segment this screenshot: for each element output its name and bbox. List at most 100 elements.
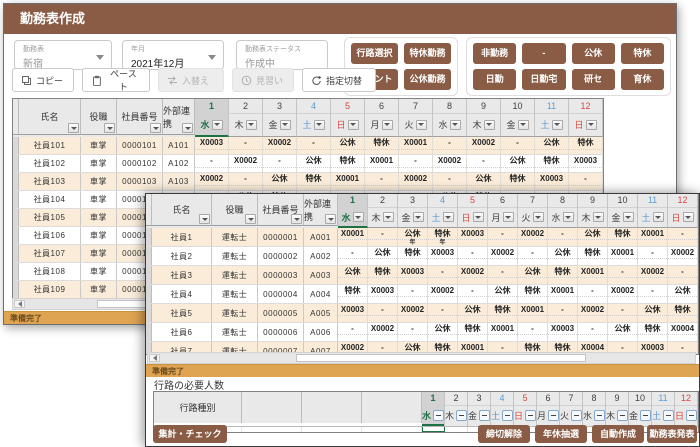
action-button[interactable]: 公休勤務 [404,69,451,90]
filter-dropdown-button[interactable] [413,212,424,222]
shift-cell[interactable]: - [518,247,548,265]
auto-create-button[interactable]: 自動作成 [592,425,644,443]
shift-cell[interactable]: - [458,247,488,265]
shift-cell[interactable]: 特休 [548,266,578,284]
role-cell[interactable]: 運転士 [212,285,258,303]
paste-button[interactable]: ペースト [82,68,150,92]
shift-type-button[interactable]: 日勤 [473,69,516,90]
shift-cell[interactable]: - [578,285,608,303]
filter-dropdown-button[interactable] [593,212,604,222]
role-cell[interactable]: 運転士 [212,266,258,284]
employee-number-cell[interactable]: 0000002 [258,247,304,265]
shift-cell[interactable]: 特休 [638,323,668,341]
filter-dropdown-button[interactable] [683,212,694,222]
employee-name-cell[interactable]: 社員107 [19,245,81,262]
shift-cell[interactable]: - [398,285,428,303]
shift-cell[interactable]: 特休 [569,137,603,154]
filter-dropdown-button[interactable] [383,212,394,222]
shift-cell[interactable]: X0002 [398,304,428,322]
shift-cell[interactable]: 公休 [638,304,668,322]
shift-cell[interactable]: X0001 [331,173,365,190]
shift-cell[interactable]: X0002 [578,304,608,322]
shift-cell[interactable]: - [428,304,458,322]
shift-cell[interactable]: 特休 [488,304,518,322]
role-cell[interactable]: 車掌 [81,263,117,280]
shift-cell[interactable]: X0002 [229,155,263,172]
filter-dropdown-button[interactable] [518,120,529,130]
shift-cell[interactable]: 特休 [608,228,638,246]
shift-type-button[interactable]: 日勤宅 [522,69,565,90]
shift-cell[interactable]: - [297,137,331,154]
shift-cell[interactable]: X0003 [368,285,398,303]
shift-cell[interactable]: X0001 [488,323,518,341]
swap-button[interactable]: 入替え [158,68,224,92]
role-cell[interactable]: 車掌 [81,191,117,208]
shift-cell[interactable]: X0001 [548,285,578,303]
shift-cell[interactable]: 公休年 [398,228,428,246]
employee-name-cell[interactable]: 社員3 [152,266,212,284]
filter-dropdown-button[interactable] [104,123,115,133]
shift-cell[interactable]: X0002 [458,266,488,284]
shift-type-button[interactable]: 公休 [572,43,615,64]
shift-cell[interactable]: - [608,266,638,284]
route-row-day-cell[interactable] [422,427,445,432]
shift-cell[interactable]: X0002 [608,285,638,303]
filter-dropdown-button[interactable] [280,120,291,130]
external-link-cell[interactable]: A003 [304,266,338,284]
shift-cell[interactable]: X0002 [399,173,433,190]
shift-cell[interactable]: 公休 [535,137,569,154]
shift-cell[interactable]: - [569,173,603,190]
action-button[interactable]: 行路選択 [351,43,398,64]
shift-cell[interactable]: - [668,228,698,246]
shift-cell[interactable]: X0003 [458,228,488,246]
shift-cell[interactable]: 公休 [297,155,331,172]
external-link-cell[interactable]: A101 [163,137,195,154]
filter-dropdown-button[interactable] [653,212,664,222]
filter-dropdown-button[interactable] [586,120,597,130]
shift-cell[interactable]: - [638,285,668,303]
filter-dropdown-button[interactable] [443,212,454,222]
shift-cell[interactable]: 公休 [488,285,518,303]
employee-name-cell[interactable]: 社員109 [19,281,81,298]
filter-dropdown-button[interactable] [563,212,574,222]
filter-dropdown-button[interactable] [503,212,514,222]
filter-dropdown-button[interactable] [325,214,336,224]
shift-cell[interactable]: 公休 [338,266,368,284]
role-cell[interactable]: 運転士 [212,247,258,265]
role-cell[interactable]: 運転士 [212,323,258,341]
collapse-day-button[interactable] [456,410,467,421]
shift-cell[interactable]: 公休 [578,228,608,246]
shift-cell[interactable]: - [195,155,229,172]
shift-cell[interactable]: - [668,266,698,284]
external-link-cell[interactable]: A103 [163,173,195,190]
filter-dropdown-button[interactable] [199,214,210,224]
filter-dropdown-button[interactable] [552,120,563,130]
shift-cell[interactable]: 公休 [518,266,548,284]
shift-cell[interactable]: - [229,137,263,154]
role-cell[interactable]: 運転士 [212,304,258,322]
shift-cell[interactable]: - [467,155,501,172]
shift-cell[interactable]: 公休 [368,247,398,265]
shift-cell[interactable]: - [368,228,398,246]
horizontal-scrollbar[interactable] [147,352,696,364]
employee-number-cell[interactable]: 0000003 [258,266,304,284]
collapse-day-button[interactable] [571,410,582,421]
shift-type-button[interactable]: - [522,43,565,64]
role-cell[interactable]: 運転士 [212,228,258,246]
shift-cell[interactable]: 公休 [428,323,458,341]
employee-number-cell[interactable]: 0000006 [258,323,304,341]
trainee-button[interactable]: 見習い [232,68,294,92]
shift-cell[interactable]: X0001 [518,304,548,322]
shift-cell[interactable]: X0002 [368,323,398,341]
shift-cell[interactable]: - [488,228,518,246]
shift-cell[interactable]: X0003 [535,173,569,190]
filter-dropdown-button[interactable] [473,212,484,222]
filter-dropdown-button[interactable] [623,212,634,222]
role-cell[interactable]: 車掌 [81,209,117,226]
employee-name-cell[interactable]: 社員103 [19,173,81,190]
filter-dropdown-button[interactable] [246,120,257,130]
shift-cell[interactable]: X0004 [668,323,698,341]
copy-button[interactable]: コピー [12,68,74,92]
shift-cell[interactable]: X0002 [263,137,297,154]
shift-cell[interactable]: - [338,247,368,265]
